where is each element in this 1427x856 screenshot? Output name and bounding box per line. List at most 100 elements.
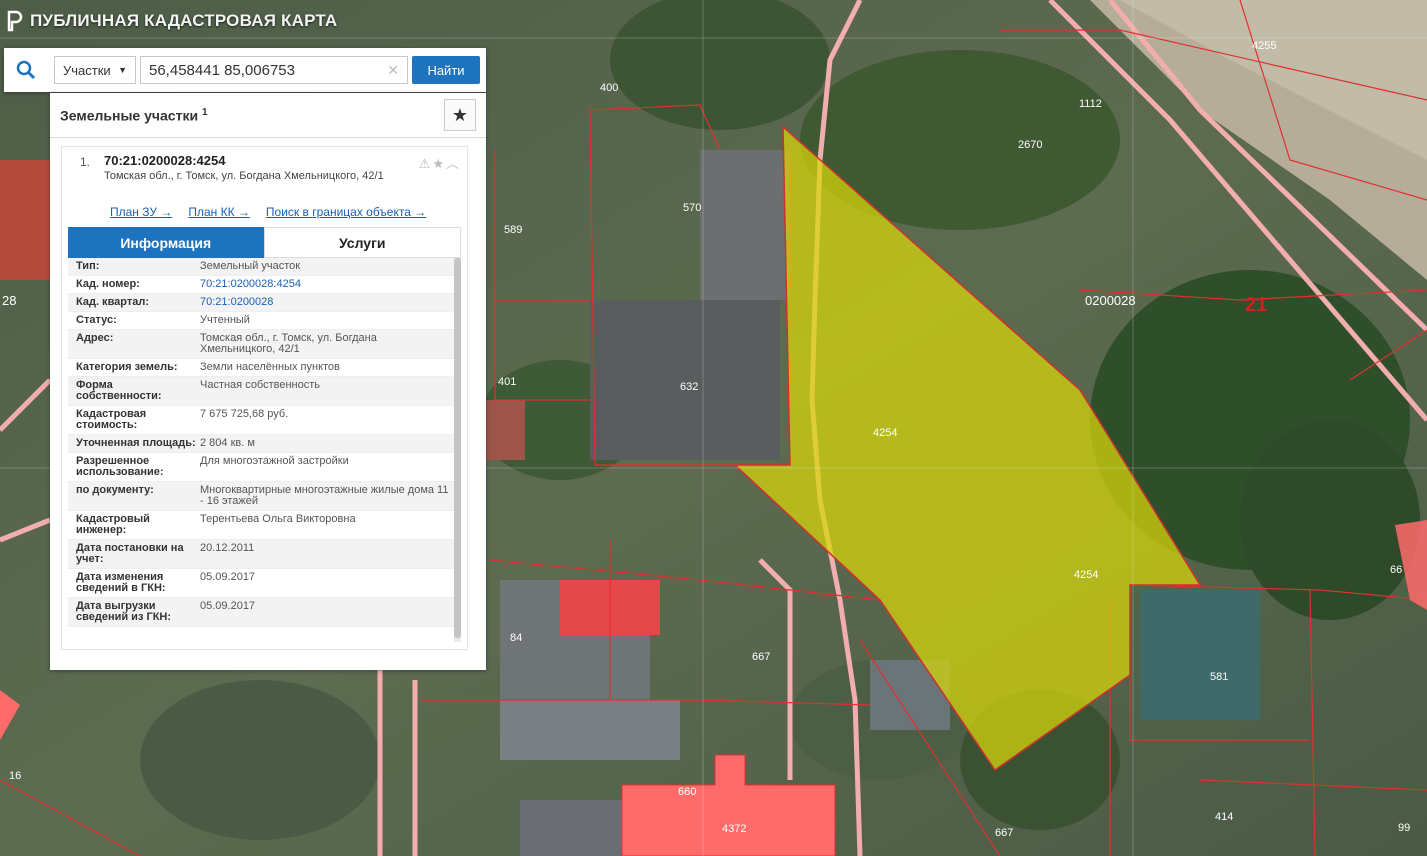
parcel-label: 16: [9, 770, 21, 782]
search-input[interactable]: 56,458441 85,006753 ✕: [140, 56, 408, 84]
link-plan-kk[interactable]: План КК →: [188, 205, 250, 219]
info-value: Для многоэтажной застройки: [200, 455, 349, 467]
info-value: Томская обл., г. Томск, ул. Богдана Хмел…: [200, 332, 377, 355]
scrollbar-track[interactable]: [454, 258, 461, 642]
info-row: Кад. номер: 70:21:0200028:4254: [68, 276, 461, 294]
parcel-label: 570: [683, 202, 701, 214]
info-label: Дата постановки на учет:: [76, 542, 184, 565]
parcel-label: 4372: [722, 823, 746, 835]
logo-icon: [7, 10, 23, 32]
quarter-label: 0200028: [1085, 293, 1136, 308]
info-label: Дата выгрузки сведений из ГКН:: [76, 600, 172, 623]
info-row: по документу: Многоквартирные многоэтажны…: [68, 482, 461, 511]
info-row: Тип: Земельный участок: [68, 258, 461, 276]
panel-header: Земельные участки 1 ★: [50, 93, 486, 138]
info-value: 2 804 кв. м: [200, 437, 255, 449]
search-type-select[interactable]: Участки ▼: [54, 56, 136, 84]
info-label: Кад. квартал:: [76, 296, 150, 308]
info-label: Дата изменения сведений в ГКН:: [76, 571, 166, 594]
tab-info[interactable]: Информация: [68, 227, 264, 258]
parcel-label: 667: [995, 827, 1013, 839]
parcel-label: 84: [510, 632, 522, 644]
collapse-icon[interactable]: ︿: [446, 156, 461, 171]
info-label: Форма собственности:: [76, 379, 162, 402]
info-value: 05.09.2017: [200, 571, 256, 583]
info-row: Дата выгрузки сведений из ГКН: 05.09.2017: [68, 598, 461, 627]
parcel-label: 66: [1390, 564, 1402, 576]
favorite-button[interactable]: ★: [444, 99, 476, 131]
tab-services[interactable]: Услуги: [263, 227, 461, 258]
clear-icon[interactable]: ✕: [387, 62, 399, 79]
info-label: Адрес:: [76, 332, 114, 344]
info-label: Тип:: [76, 260, 100, 272]
parcel-label: 581: [1210, 671, 1228, 683]
building-roof: [1140, 590, 1260, 720]
info-value: Учтенный: [200, 314, 250, 326]
warning-icon[interactable]: ⚠: [419, 156, 433, 171]
search-button[interactable]: Найти: [412, 56, 480, 84]
search-icon[interactable]: [4, 48, 48, 92]
app-title: ПУБЛИЧНАЯ КАДАСТРОВАЯ КАРТА: [6, 8, 337, 34]
parcel-label: 4254: [873, 427, 897, 439]
parcel-label: 1112: [1079, 98, 1102, 110]
result-card: 1. 70:21:0200028:4254 Томская обл., г. Т…: [61, 146, 468, 650]
info-row: Категория земель: Земли населённых пункто…: [68, 359, 461, 377]
parcel-label: 2670: [1018, 139, 1042, 151]
scrollbar-thumb[interactable]: [454, 258, 461, 638]
parcel-label: 632: [680, 381, 698, 393]
info-value: Терентьева Ольга Викторовна: [200, 513, 356, 525]
info-value-link[interactable]: 70:21:0200028:4254: [200, 279, 450, 290]
result-number: 1.: [80, 155, 91, 169]
parcel-label: 4255: [1252, 40, 1276, 52]
app-title-text: ПУБЛИЧНАЯ КАДАСТРОВАЯ КАРТА: [30, 11, 338, 30]
info-row: Разрешенное использование: Для многоэтажн…: [68, 453, 461, 482]
info-label: Кадастровый инженер:: [76, 513, 150, 536]
info-label: по документу:: [76, 484, 154, 496]
info-table: Тип: Земельный участок Кад. номер: 70:21:0…: [68, 258, 461, 642]
info-value-link[interactable]: 70:21:0200028: [200, 297, 450, 308]
result-address: Томская обл., г. Томск, ул. Богдана Хмел…: [104, 170, 384, 182]
star-icon[interactable]: ★: [432, 156, 446, 171]
search-bar: Участки ▼ 56,458441 85,006753 ✕ Найти: [4, 48, 486, 92]
info-label: Кад. номер:: [76, 278, 140, 290]
panel-title: Земельные участки 1: [60, 106, 208, 124]
result-links: План ЗУ → План КК → Поиск в границах объ…: [110, 205, 426, 219]
info-row: Дата изменения сведений в ГКН: 05.09.2017: [68, 569, 461, 598]
result-actions: ⚠★︿: [419, 153, 461, 172]
info-row: Уточненная площадь: 2 804 кв. м: [68, 435, 461, 453]
link-search-in-bounds[interactable]: Поиск в границах объекта →: [266, 205, 426, 219]
info-label: Категория земель:: [76, 361, 178, 373]
parcel-label: 99: [1398, 822, 1410, 834]
info-value: Многоквартирные многоэтажные жилые дома …: [200, 484, 449, 507]
search-type-label: Участки: [63, 62, 111, 78]
parcel-label: 4254: [1074, 569, 1098, 581]
info-row: Кадастровая стоимость: 7 675 725,68 руб.: [68, 406, 461, 435]
results-count: 1: [201, 106, 208, 118]
info-label: Кадастровая стоимость:: [76, 408, 147, 431]
result-cad-number[interactable]: 70:21:0200028:4254: [104, 153, 467, 168]
search-query: 56,458441 85,006753: [149, 61, 295, 79]
info-label: Статус:: [76, 314, 117, 326]
star-icon: ★: [451, 104, 469, 125]
building-roof: [700, 150, 790, 300]
info-row: Форма собственности: Частная собственност…: [68, 377, 461, 406]
chevron-down-icon: ▼: [118, 65, 127, 75]
info-row: Дата постановки на учет: 20.12.2011: [68, 540, 461, 569]
parcel-label: 667: [752, 651, 770, 663]
results-panel: Земельные участки 1 ★ 1. 70:21:0200028:4…: [50, 93, 486, 670]
parcel-label: 589: [504, 224, 522, 236]
tabs: Информация Услуги: [68, 227, 461, 258]
parcel-label: 414: [1215, 811, 1233, 823]
info-value: 7 675 725,68 руб.: [200, 408, 289, 420]
info-value: Частная собственность: [200, 379, 321, 391]
parcel-label: 400: [600, 82, 618, 94]
link-plan-zu[interactable]: План ЗУ →: [110, 205, 172, 219]
info-row: Адрес: Томская обл., г. Томск, ул. Богдан…: [68, 330, 461, 359]
district-label: 21: [1245, 294, 1267, 316]
info-value: 05.09.2017: [200, 600, 256, 612]
info-value: 20.12.2011: [200, 542, 255, 554]
info-row: Кадастровый инженер: Терентьева Ольга Вик…: [68, 511, 461, 540]
info-value: Земли населённых пунктов: [200, 361, 340, 373]
info-row: Статус: Учтенный: [68, 312, 461, 330]
info-label: Разрешенное использование:: [76, 455, 164, 478]
